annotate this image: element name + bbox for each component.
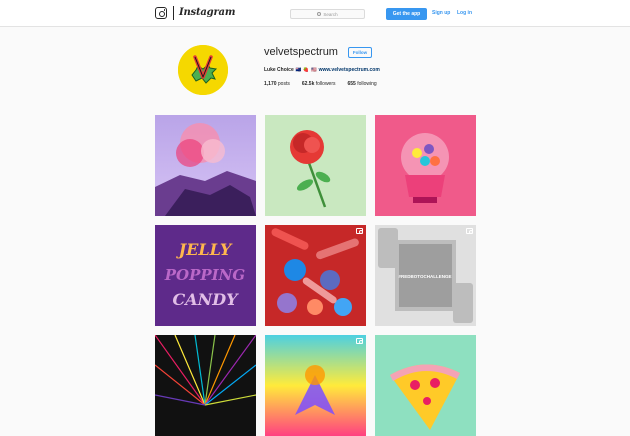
followers-stat[interactable]: 62.5k followers [302, 81, 336, 87]
svg-text:CANDY: CANDY [172, 290, 239, 309]
posts-label: posts [277, 81, 290, 87]
post-image [155, 115, 256, 216]
video-badge-icon [466, 228, 473, 234]
new-zealand-flag-emoji: 🇳🇿 [295, 67, 302, 72]
post-tile-gumball-machine[interactable] [375, 115, 476, 216]
sign-up-link[interactable]: Sign up [432, 10, 450, 16]
video-badge-icon [356, 228, 363, 234]
get-the-app-button[interactable]: Get the app [386, 8, 427, 20]
post-image: JELLY POPPING CANDY [155, 225, 256, 326]
top-navigation-bar: Instagram Search Get the app Sign up Log… [0, 0, 630, 27]
posts-count: 1,170 [264, 81, 277, 87]
profile-bio: Luke Choice 🇳🇿 🍓 🇺🇸 www.velvetspectrum.c… [264, 67, 380, 73]
post-image [375, 335, 476, 436]
following-label: following [357, 81, 377, 87]
svg-text:POPPING: POPPING [164, 266, 246, 284]
profile-username: velvetspectrum [264, 46, 338, 58]
post-image [265, 225, 366, 326]
velvet-spectrum-avatar-art [178, 45, 228, 95]
profile-full-name: Luke Choice [264, 67, 294, 73]
followers-label: followers [315, 81, 336, 87]
post-image [265, 335, 366, 436]
search-icon [317, 12, 322, 16]
post-image [155, 335, 256, 436]
following-count: 655 [347, 81, 356, 87]
posts-stat: 1,170 posts [264, 81, 290, 87]
us-flag-emoji: 🇺🇸 [310, 67, 317, 72]
search-input[interactable]: Search [290, 9, 365, 19]
post-image [375, 115, 476, 216]
post-tile-challenge[interactable]: #REDBOTOCHALLENGE [375, 225, 476, 326]
strawberry-emoji: 🍓 [303, 67, 309, 72]
post-tile-pink-tree[interactable] [155, 115, 256, 216]
svg-text:#REDBOTOCHALLENGE: #REDBOTOCHALLENGE [399, 274, 452, 279]
log-in-link[interactable]: Log in [457, 10, 472, 16]
post-tile-jelly-popping-candy[interactable]: JELLY POPPING CANDY [155, 225, 256, 326]
follow-button[interactable]: Follow [348, 47, 372, 58]
post-tile-rose[interactable] [265, 115, 366, 216]
logo-divider [173, 6, 174, 20]
post-tile-neon-gradient[interactable] [265, 335, 366, 436]
post-tile-candy-pile[interactable] [265, 225, 366, 326]
search-placeholder: Search [323, 11, 338, 17]
post-image: #REDBOTOCHALLENGE [375, 225, 476, 326]
svg-text:JELLY: JELLY [176, 240, 233, 259]
post-tile-starburst[interactable] [155, 335, 256, 436]
followers-count: 62.5k [301, 81, 315, 87]
profile-avatar[interactable] [178, 45, 228, 95]
post-image [265, 115, 366, 216]
instagram-camera-icon[interactable] [155, 7, 167, 19]
profile-stats: 1,170 posts 62.5k followers 655 followin… [264, 81, 377, 87]
post-tile-pizza[interactable] [375, 335, 476, 436]
video-badge-icon [356, 338, 363, 344]
profile-website-link[interactable]: www.velvetspectrum.com [319, 67, 380, 73]
instagram-wordmark[interactable]: Instagram [179, 7, 235, 18]
following-stat[interactable]: 655 following [348, 81, 377, 87]
